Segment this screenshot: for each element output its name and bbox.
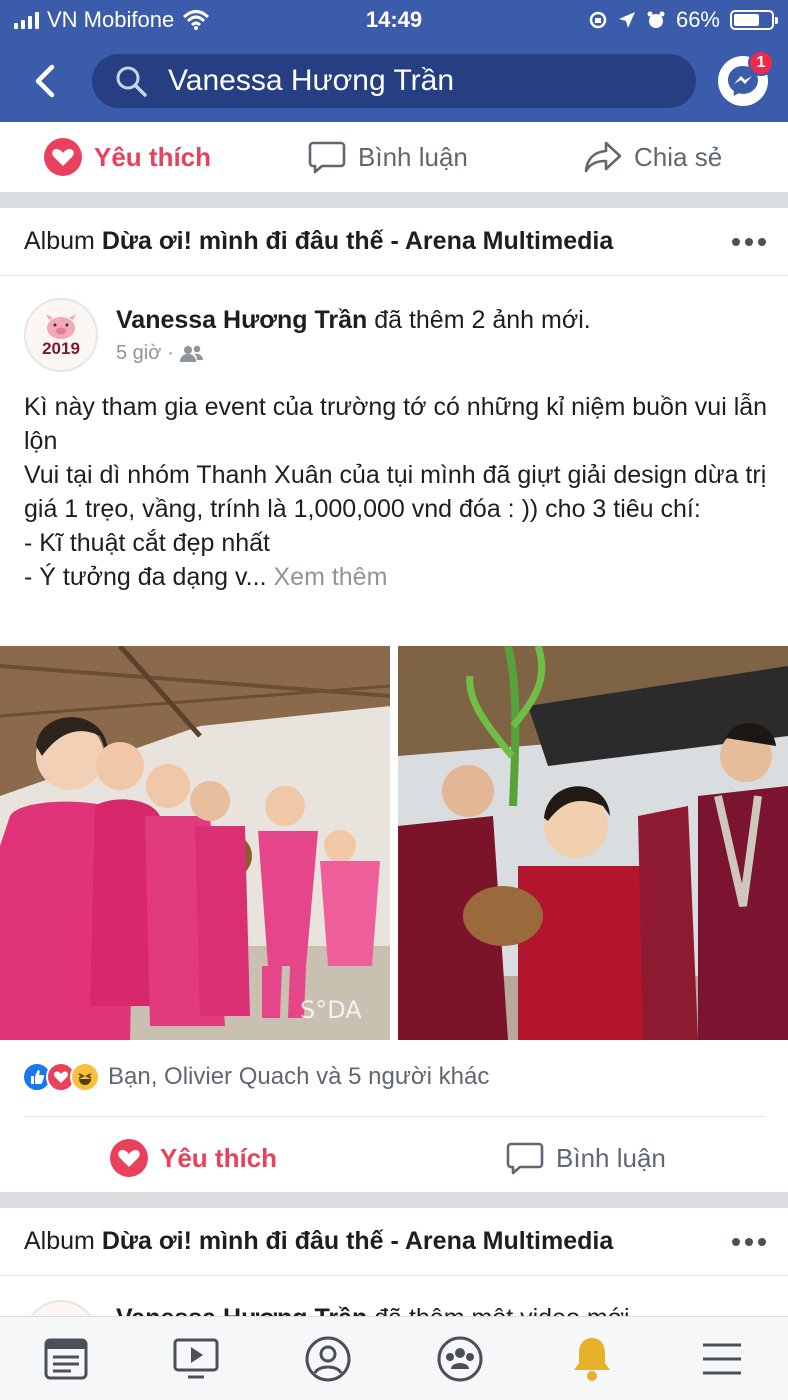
divider bbox=[24, 1116, 766, 1117]
search-bar[interactable] bbox=[92, 54, 696, 108]
watermark-text: S°DA bbox=[300, 996, 362, 1024]
search-input[interactable] bbox=[168, 64, 688, 98]
notifications-icon bbox=[574, 1338, 610, 1381]
pig-logo-icon bbox=[46, 313, 76, 339]
post-photo-1[interactable]: S°DA bbox=[0, 646, 390, 1040]
photo-selfie-coconut-icon bbox=[398, 646, 788, 1040]
post-meta: 5 giờ · bbox=[116, 342, 204, 365]
profile-icon bbox=[305, 1336, 351, 1382]
groups-icon bbox=[437, 1336, 483, 1382]
haha-reaction-icon bbox=[70, 1062, 100, 1092]
location-icon bbox=[618, 12, 635, 28]
album-header[interactable]: Album Dừa ơi! mình đi đâu thế - Arena Mu… bbox=[0, 208, 788, 276]
album-name[interactable]: Dừa ơi! mình đi đâu thế - Arena Multimed… bbox=[102, 227, 613, 256]
tab-news-feed[interactable] bbox=[40, 1333, 92, 1385]
album-prefix: Album bbox=[24, 1227, 95, 1255]
tab-menu[interactable] bbox=[696, 1333, 748, 1385]
more-options-icon[interactable] bbox=[732, 237, 766, 246]
post-text: Kì này tham gia event của trường tớ có n… bbox=[24, 390, 772, 594]
author-name[interactable]: Vanessa Hương Trần bbox=[116, 306, 367, 334]
post-comment-button[interactable]: Bình luận bbox=[506, 1130, 666, 1186]
share-label: Chia sẻ bbox=[634, 141, 723, 172]
heart-icon bbox=[44, 138, 82, 176]
post-text-line: Kì này tham gia event của trường tớ có n… bbox=[24, 393, 768, 455]
like-button[interactable]: Yêu thích bbox=[44, 122, 211, 192]
alarm-icon bbox=[647, 11, 665, 28]
messenger-badge: 1 bbox=[748, 50, 774, 76]
reactions-text: Bạn, Olivier Quach và 5 người khác bbox=[108, 1063, 490, 1090]
see-more-link[interactable]: Xem thêm bbox=[273, 563, 387, 591]
comment-icon bbox=[506, 1142, 544, 1175]
tab-notifications[interactable] bbox=[566, 1333, 618, 1385]
battery-percent: 66% bbox=[675, 7, 720, 32]
post-text-line: - Kĩ thuật cắt đẹp nhất bbox=[24, 529, 270, 557]
post-text-line: Vui tại dì nhóm Thanh Xuân của tụi mình … bbox=[24, 461, 767, 523]
comment-button[interactable]: Bình luận bbox=[308, 122, 468, 192]
back-button[interactable] bbox=[28, 60, 62, 102]
meta-dot: · bbox=[167, 342, 175, 364]
share-button[interactable]: Chia sẻ bbox=[584, 122, 722, 192]
tab-watch[interactable] bbox=[170, 1333, 222, 1385]
comment-icon bbox=[308, 141, 346, 174]
album-prefix: Album bbox=[24, 227, 95, 255]
watch-icon bbox=[173, 1338, 219, 1379]
post-like-label: Yêu thích bbox=[160, 1142, 278, 1173]
more-options-icon[interactable] bbox=[732, 1237, 766, 1246]
avatar[interactable]: 2019 bbox=[24, 298, 98, 372]
chevron-left-icon bbox=[35, 64, 55, 98]
like-label: Yêu thích bbox=[94, 141, 212, 172]
avatar-year: 2019 bbox=[42, 338, 80, 358]
author-line: Vanessa Hương Trần đã thêm 2 ảnh mới. bbox=[116, 306, 591, 335]
top-bar: VN Mobifone 14:49 66% 1 bbox=[0, 0, 788, 122]
photo-group-coconut-icon: S°DA bbox=[0, 646, 390, 1040]
reactions-summary[interactable]: Bạn, Olivier Quach và 5 người khác bbox=[22, 1062, 489, 1092]
tab-groups[interactable] bbox=[434, 1333, 486, 1385]
news-feed-icon bbox=[44, 1338, 88, 1380]
album-header-2[interactable]: Album Dừa ơi! mình đi đâu thế - Arena Mu… bbox=[0, 1208, 788, 1276]
friends-icon bbox=[180, 345, 204, 362]
rotation-lock-icon bbox=[589, 11, 607, 29]
tab-profile[interactable] bbox=[302, 1333, 354, 1385]
post-photo-2[interactable] bbox=[398, 646, 788, 1040]
album-name[interactable]: Dừa ơi! mình đi đâu thế - Arena Multimed… bbox=[102, 1227, 613, 1256]
comment-label: Bình luận bbox=[358, 141, 468, 172]
battery-icon bbox=[730, 10, 778, 30]
share-icon bbox=[584, 141, 622, 173]
post-time[interactable]: 5 giờ bbox=[116, 342, 161, 365]
post-text-truncated: - Ý tưởng đa dạng v... bbox=[24, 563, 267, 591]
post-like-button[interactable]: Yêu thích bbox=[110, 1130, 277, 1186]
status-right: 66% bbox=[588, 7, 778, 33]
post-text-line-last: - Ý tưởng đa dạng v... Xem thêm bbox=[24, 560, 772, 594]
author-action: đã thêm 2 ảnh mới. bbox=[374, 306, 591, 334]
menu-icon bbox=[703, 1343, 741, 1375]
heart-icon bbox=[110, 1139, 148, 1177]
next-post-card: Album Dừa ơi! mình đi đâu thế - Arena Mu… bbox=[0, 1208, 788, 1374]
search-icon bbox=[116, 66, 147, 97]
status-bar: VN Mobifone 14:49 66% bbox=[0, 0, 788, 40]
previous-post-actions: Yêu thích Bình luận Chia sẻ bbox=[0, 122, 788, 192]
bottom-tab-bar bbox=[0, 1316, 788, 1400]
post-comment-label: Bình luận bbox=[556, 1142, 666, 1173]
